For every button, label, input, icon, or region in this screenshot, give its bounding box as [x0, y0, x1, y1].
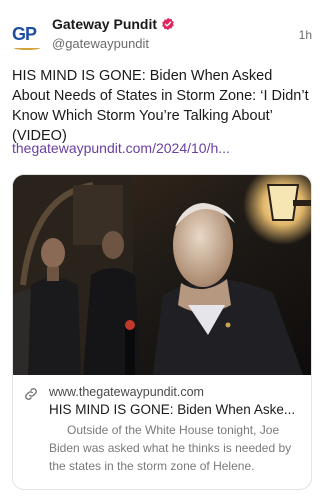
card-description: Outside of the White House tonight, Joe … — [49, 423, 292, 473]
link-icon — [25, 388, 37, 400]
card-image — [13, 175, 311, 375]
post: GP Gateway Pundit @gatewaypundit 1h HIS … — [0, 0, 324, 500]
link-preview-card[interactable]: www.thegatewaypundit.com HIS MIND IS GON… — [12, 174, 312, 490]
post-header: GP Gateway Pundit @gatewaypundit 1h — [12, 14, 312, 58]
name-row: Gateway Pundit — [52, 16, 175, 32]
verified-badge-icon — [162, 17, 174, 31]
author-display-name[interactable]: Gateway Pundit — [52, 16, 157, 32]
card-domain: www.thegatewaypundit.com — [49, 385, 204, 399]
avatar-logo-text: GP — [12, 24, 37, 44]
avatar-swoosh — [14, 46, 40, 50]
post-link[interactable]: thegatewaypundit.com/2024/10/h... — [12, 140, 230, 156]
card-meta: www.thegatewaypundit.com HIS MIND IS GON… — [13, 375, 311, 489]
post-timestamp[interactable]: 1h — [299, 28, 312, 42]
card-title[interactable]: HIS MIND IS GONE: Biden When Aske... — [49, 402, 305, 417]
post-text: HIS MIND IS GONE: Biden When Asked About… — [12, 68, 309, 144]
avatar[interactable]: GP — [12, 18, 46, 52]
author-handle[interactable]: @gatewaypundit — [52, 36, 149, 51]
